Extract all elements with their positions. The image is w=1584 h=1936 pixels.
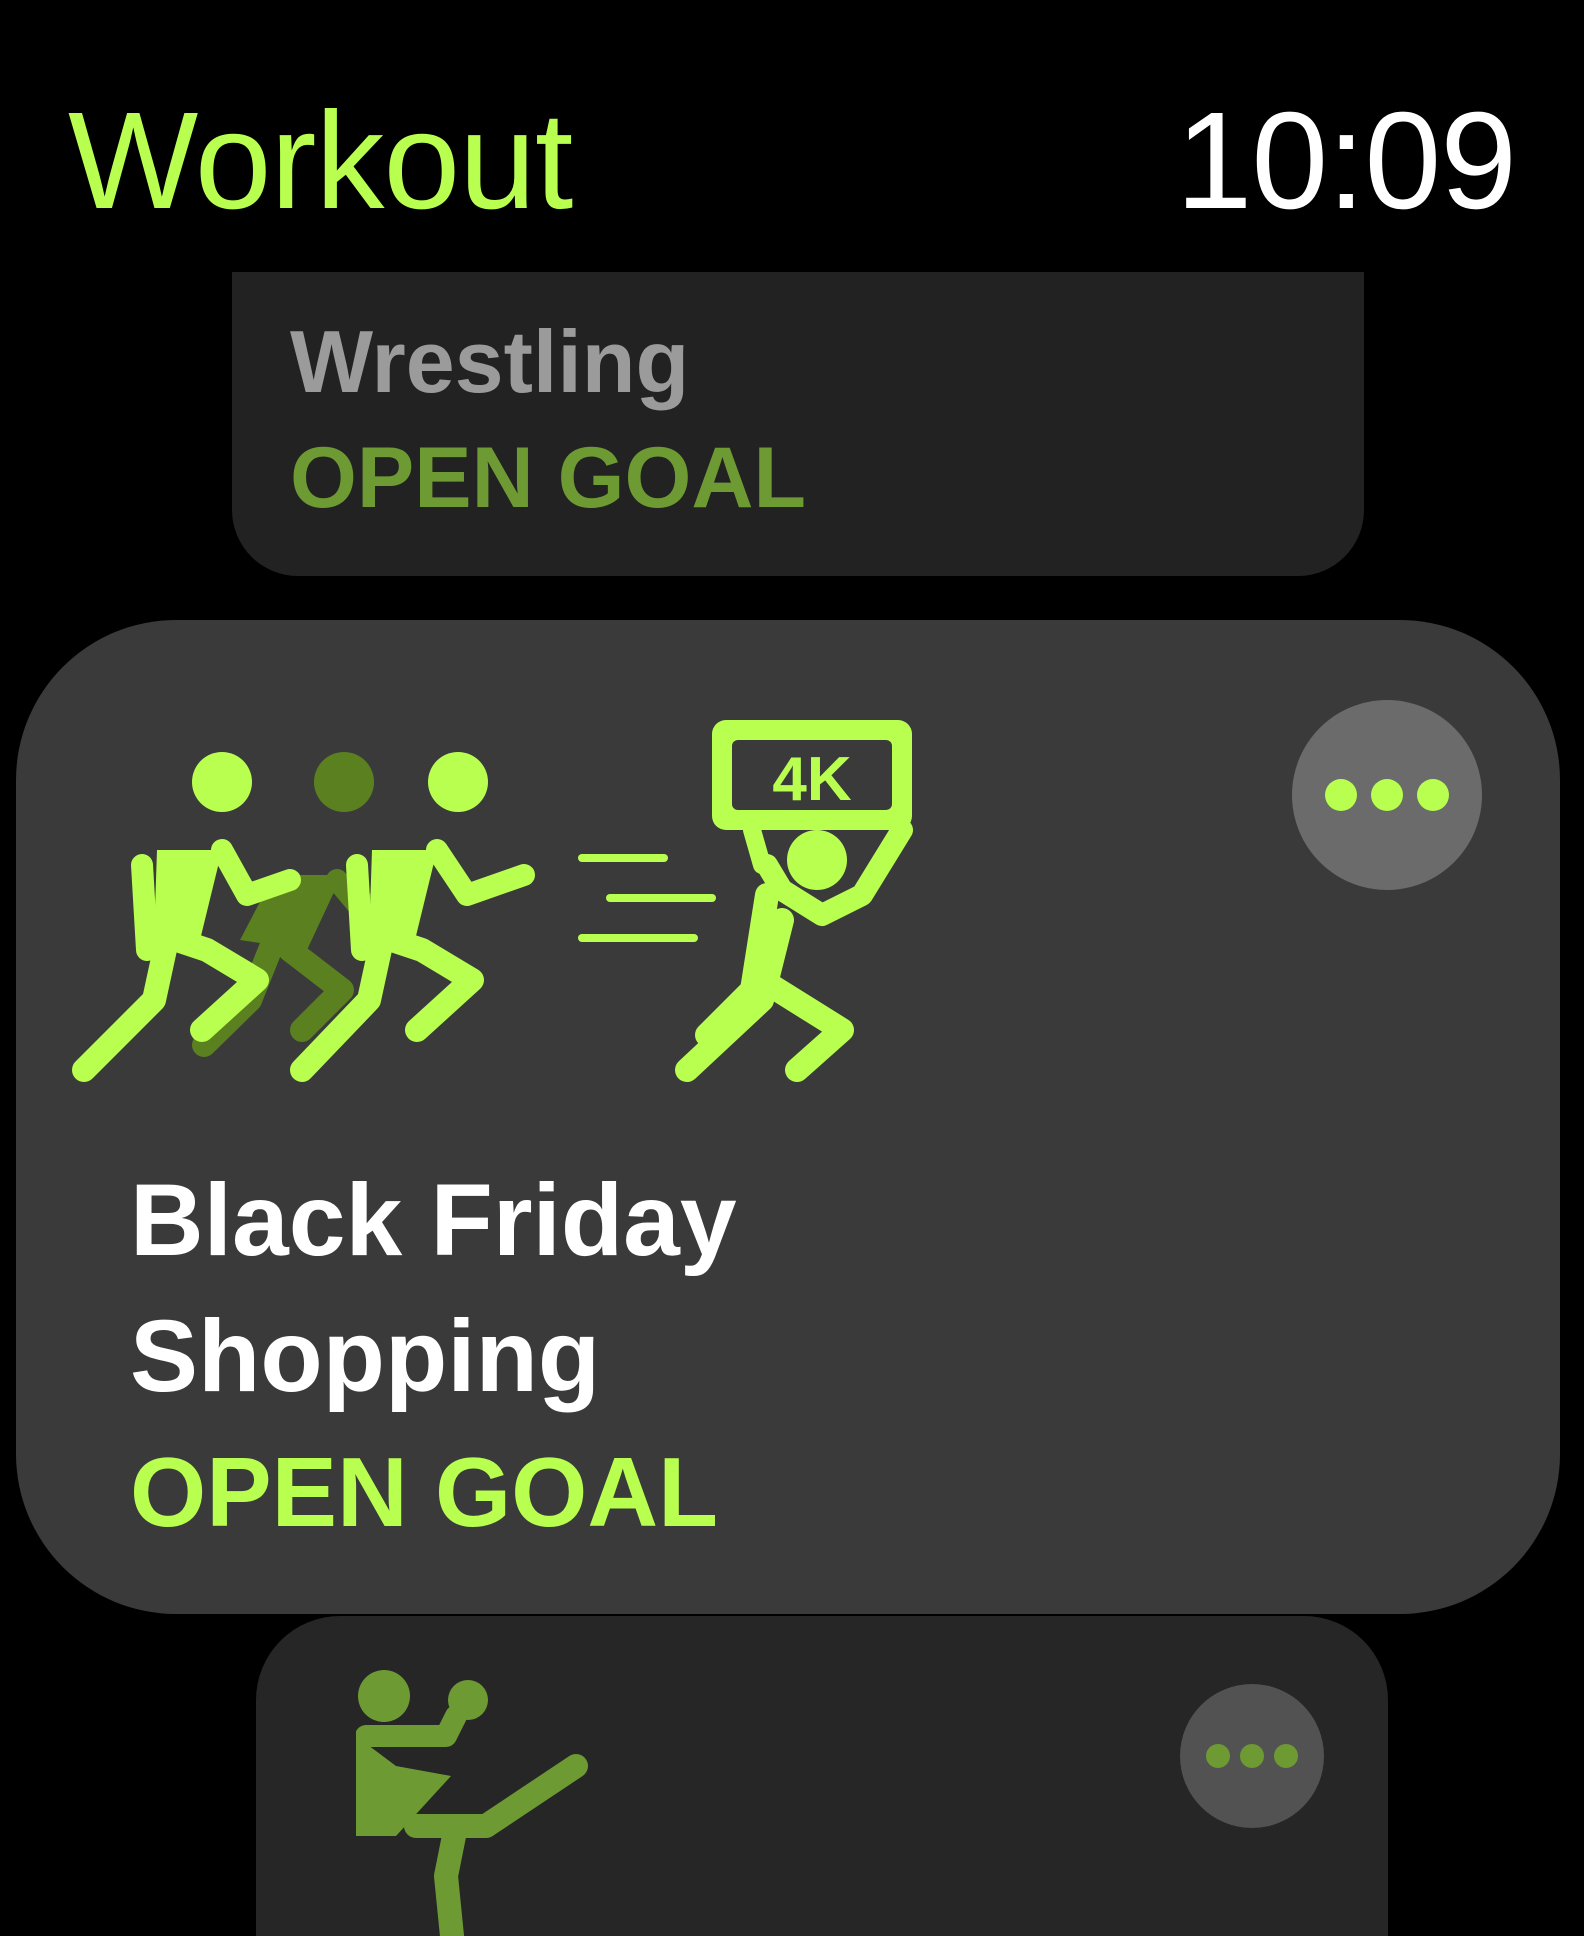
workout-card-black-friday-shopping[interactable]: 4K Black Friday Shopping OPEN GOAL (16, 620, 1560, 1614)
workout-card-kickboxing[interactable] (256, 1616, 1388, 1936)
app-title: Workout (68, 84, 573, 238)
workout-screen: Workout 10:09 Wrestling OPEN GOAL 4K Bla… (0, 0, 1584, 1936)
workout-goal: OPEN GOAL (130, 1437, 719, 1547)
ellipsis-icon-dot (1206, 1744, 1230, 1768)
ellipsis-icon-dot (1240, 1744, 1264, 1768)
tv-4k-label: 4K (772, 745, 851, 814)
clock: 10:09 (1175, 84, 1517, 238)
kickboxing-icon (356, 1670, 588, 1936)
speed-lines (578, 854, 716, 942)
ellipsis-icon-dot (1325, 779, 1357, 811)
ellipsis-icon-dot (1274, 1744, 1298, 1768)
ellipsis-icon-dot (1371, 779, 1403, 811)
workout-title: Black Friday Shopping (130, 1163, 737, 1413)
workout-title: Wrestling (290, 312, 690, 411)
workout-card-wrestling[interactable]: Wrestling OPEN GOAL (232, 272, 1364, 576)
shopper-figure: 4K (675, 720, 913, 1082)
workout-goal: OPEN GOAL (290, 430, 807, 526)
black-friday-shopping-icon: 4K (72, 720, 913, 1082)
more-options-button[interactable] (1292, 700, 1482, 890)
more-options-button[interactable] (1180, 1684, 1324, 1828)
ellipsis-icon-dot (1417, 779, 1449, 811)
